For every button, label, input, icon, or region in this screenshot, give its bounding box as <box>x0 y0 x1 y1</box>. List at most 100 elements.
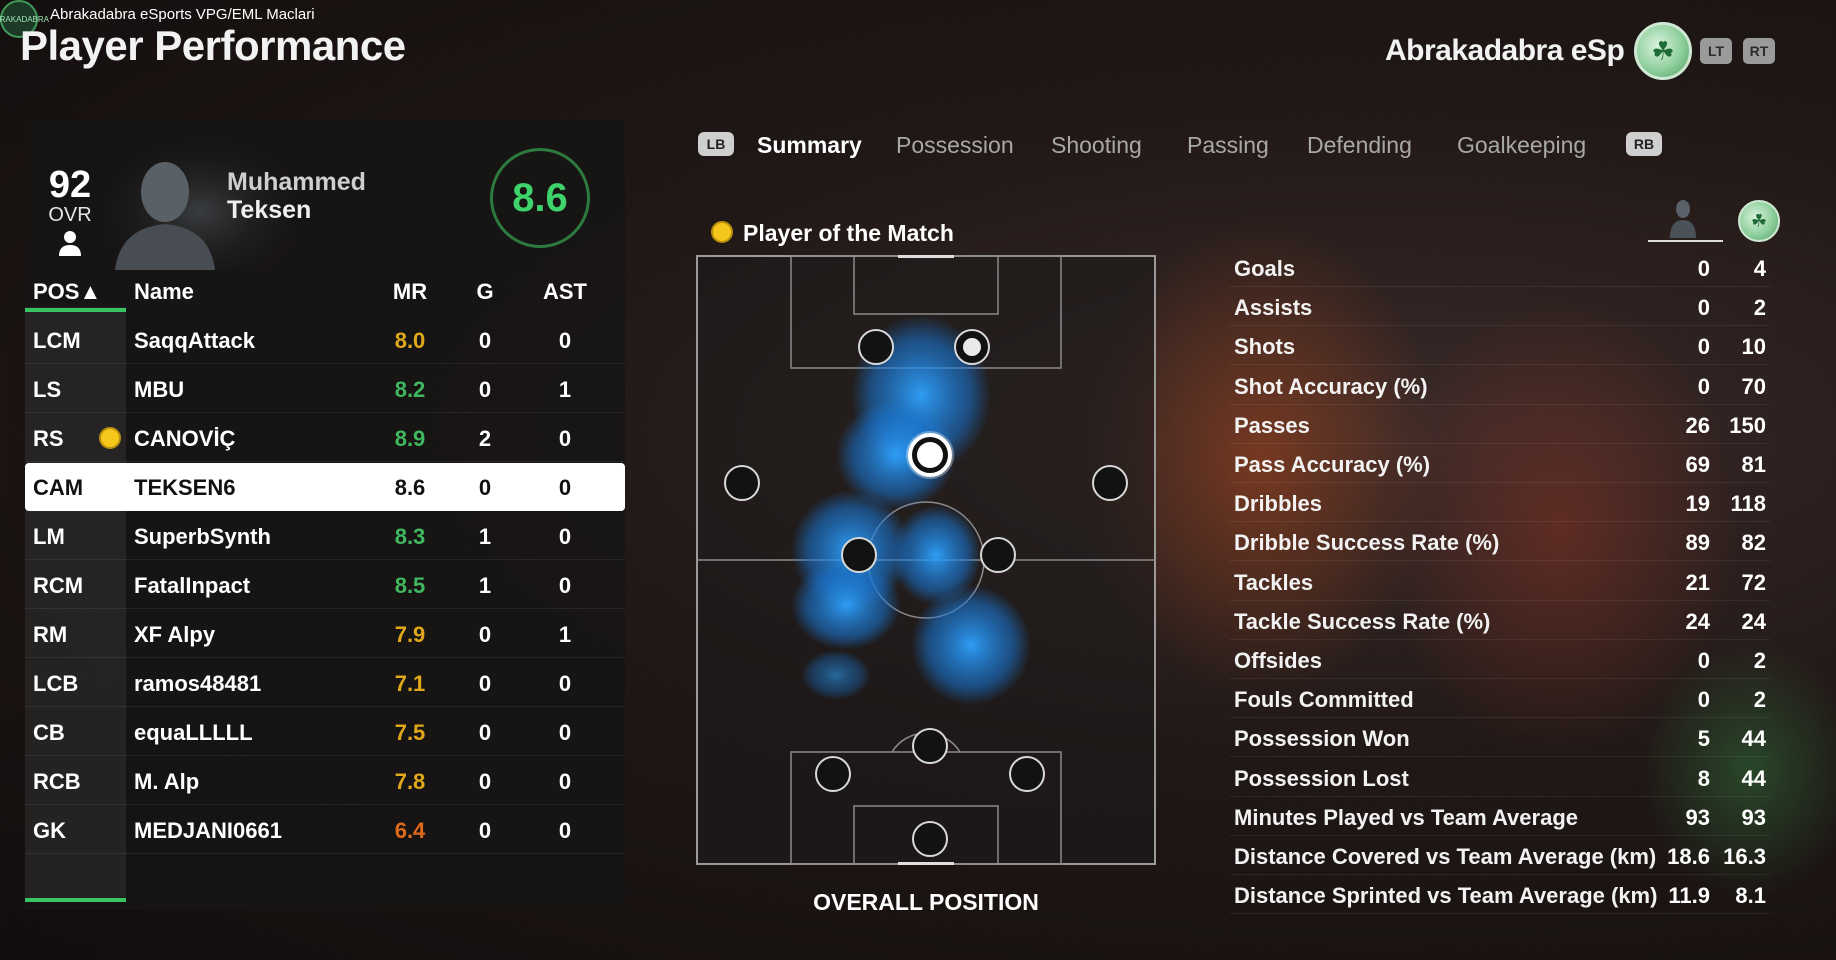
row-mr: 7.5 <box>394 720 426 745</box>
stat-team-value: 150 <box>1729 412 1766 438</box>
row-mr: 8.0 <box>394 328 426 353</box>
stat-team-value: 93 <box>1741 804 1766 830</box>
tab-goalkeeping[interactable]: Goalkeeping <box>1457 132 1586 159</box>
pitch-heatmap <box>696 255 1156 865</box>
row-mr: 6.4 <box>394 818 426 843</box>
stat-label: Goals <box>1234 256 1296 281</box>
col-g-header[interactable]: G <box>470 279 500 305</box>
col-pos-header[interactable]: POS▲ <box>33 279 101 305</box>
stat-team-value: 44 <box>1741 726 1766 752</box>
stat-team-value: 70 <box>1741 373 1766 399</box>
ovr-block: 92 OVR <box>47 166 93 226</box>
stat-row: Possession Won 5 44 <box>1230 718 1770 758</box>
row-mr: 8.2 <box>394 377 426 402</box>
row-assists: 0 <box>558 426 572 451</box>
table-row[interactable]: GK MEDJANI0661 6.4 0 0 <box>25 806 625 854</box>
table-row[interactable]: RM XF Alpy 7.9 0 1 <box>25 610 625 658</box>
row-name: XF Alpy <box>134 622 216 647</box>
clover-crest-icon: ☘ <box>1634 22 1692 80</box>
row-mr: 7.1 <box>394 671 426 696</box>
stat-label: Distance Covered vs Team Average (km) <box>1234 844 1657 869</box>
stat-row: Tackles 21 72 <box>1230 562 1770 601</box>
stat-label: Possession Won <box>1234 726 1410 752</box>
row-goals: 0 <box>478 818 492 843</box>
page-title: Player Performance <box>20 22 406 69</box>
stat-team-value: 81 <box>1741 452 1766 477</box>
stat-label: Shots <box>1234 334 1296 360</box>
col-name-header[interactable]: Name <box>134 279 194 305</box>
col-mr-header[interactable]: MR <box>385 279 435 305</box>
col-ast-header[interactable]: AST <box>540 279 590 305</box>
table-row[interactable]: RS CANOVİÇ 8.9 2 0 <box>25 414 625 462</box>
stat-row: Distance Covered vs Team Average (km) 18.… <box>1230 836 1770 875</box>
row-pos: RS <box>33 426 64 451</box>
lb-button[interactable]: LB <box>698 132 734 156</box>
sort-indicator <box>25 308 126 312</box>
stat-label: Dribble Success Rate (%) <box>1234 530 1500 556</box>
player-first-name: Muhammed <box>227 168 366 196</box>
rt-button[interactable]: RT <box>1743 38 1775 64</box>
match-rating: 8.6 <box>490 148 590 248</box>
stat-player-value: 5 <box>1697 726 1710 752</box>
stat-label: Possession Lost <box>1234 765 1409 791</box>
stat-player-value: 18.6 <box>1667 844 1710 869</box>
stat-player-value: 89 <box>1685 530 1710 556</box>
stat-label: Fouls Committed <box>1234 687 1414 713</box>
stat-player-value: 93 <box>1685 804 1710 830</box>
row-goals: 2 <box>478 426 492 451</box>
stat-team-value: 72 <box>1741 569 1766 595</box>
row-goals: 0 <box>478 475 492 500</box>
stat-row: Distance Sprinted vs Team Average (km) 11… <box>1230 875 1770 915</box>
stat-player-value: 24 <box>1685 608 1710 634</box>
table-row[interactable]: RCM FatalInpact 8.5 1 0 <box>25 561 625 609</box>
ovr-label: OVR <box>48 204 92 226</box>
row-assists: 0 <box>558 573 572 598</box>
table-row[interactable]: LCM SaqqAttack 8.0 0 0 <box>25 316 625 364</box>
stat-label: Tackle Success Rate (%) <box>1234 608 1491 634</box>
tab-passing[interactable]: Passing <box>1187 132 1269 159</box>
row-mr: 8.9 <box>394 426 426 451</box>
player-silhouette-icon <box>1670 200 1696 238</box>
player-last-name: Teksen <box>227 196 312 224</box>
potm-icon <box>711 221 733 243</box>
row-name: SaqqAttack <box>134 328 256 353</box>
table-row[interactable]: RCB M. Alp 7.8 0 0 <box>25 757 625 805</box>
tab-summary[interactable]: Summary <box>757 132 862 159</box>
row-goals: 1 <box>478 524 492 549</box>
table-row[interactable]: LM SuperbSynth 8.3 1 0 <box>25 512 625 560</box>
row-pos: CAM <box>33 475 84 500</box>
stat-player-value: 0 <box>1697 648 1710 673</box>
stat-label: Passes <box>1234 412 1310 438</box>
stat-label: Assists <box>1234 295 1313 321</box>
row-name: CANOVİÇ <box>134 426 236 451</box>
stat-label: Shot Accuracy (%) <box>1234 373 1428 399</box>
stat-label: Dribbles <box>1234 491 1323 517</box>
row-assists: 0 <box>558 818 572 843</box>
table-row[interactable]: CB equaLLLLL 7.5 0 0 <box>25 708 625 756</box>
row-goals: 0 <box>478 720 492 745</box>
bottom-goal <box>898 862 954 865</box>
tab-shooting[interactable]: Shooting <box>1051 132 1142 159</box>
potm-badge-icon <box>99 427 121 449</box>
stat-row: Shots 0 10 <box>1230 326 1770 366</box>
lt-button[interactable]: LT <box>1700 38 1732 64</box>
tab-defending[interactable]: Defending <box>1307 132 1412 159</box>
stat-player-value: 69 <box>1685 452 1710 477</box>
rb-button[interactable]: RB <box>1626 132 1662 156</box>
row-mr: 7.8 <box>394 769 426 794</box>
row-pos: CB <box>33 720 65 745</box>
stat-team-value: 44 <box>1741 765 1766 791</box>
tab-possession[interactable]: Possession <box>896 132 1014 159</box>
table-row[interactable]: CAM TEKSEN6 8.6 0 0 <box>25 463 625 511</box>
row-assists: 0 <box>558 671 572 696</box>
row-assists: 0 <box>558 720 572 745</box>
table-row[interactable]: LCB ramos48481 7.1 0 0 <box>25 659 625 707</box>
row-goals: 0 <box>478 671 492 696</box>
stat-player-value: 8 <box>1697 765 1710 791</box>
ovr-value: 92 <box>48 164 92 206</box>
row-name: TEKSEN6 <box>134 475 236 500</box>
stat-label: Minutes Played vs Team Average <box>1234 804 1578 830</box>
table-row[interactable]: LS MBU 8.2 0 1 <box>25 365 625 413</box>
stat-team-value: 16.3 <box>1723 844 1766 869</box>
stat-team-value: 2 <box>1753 687 1766 713</box>
